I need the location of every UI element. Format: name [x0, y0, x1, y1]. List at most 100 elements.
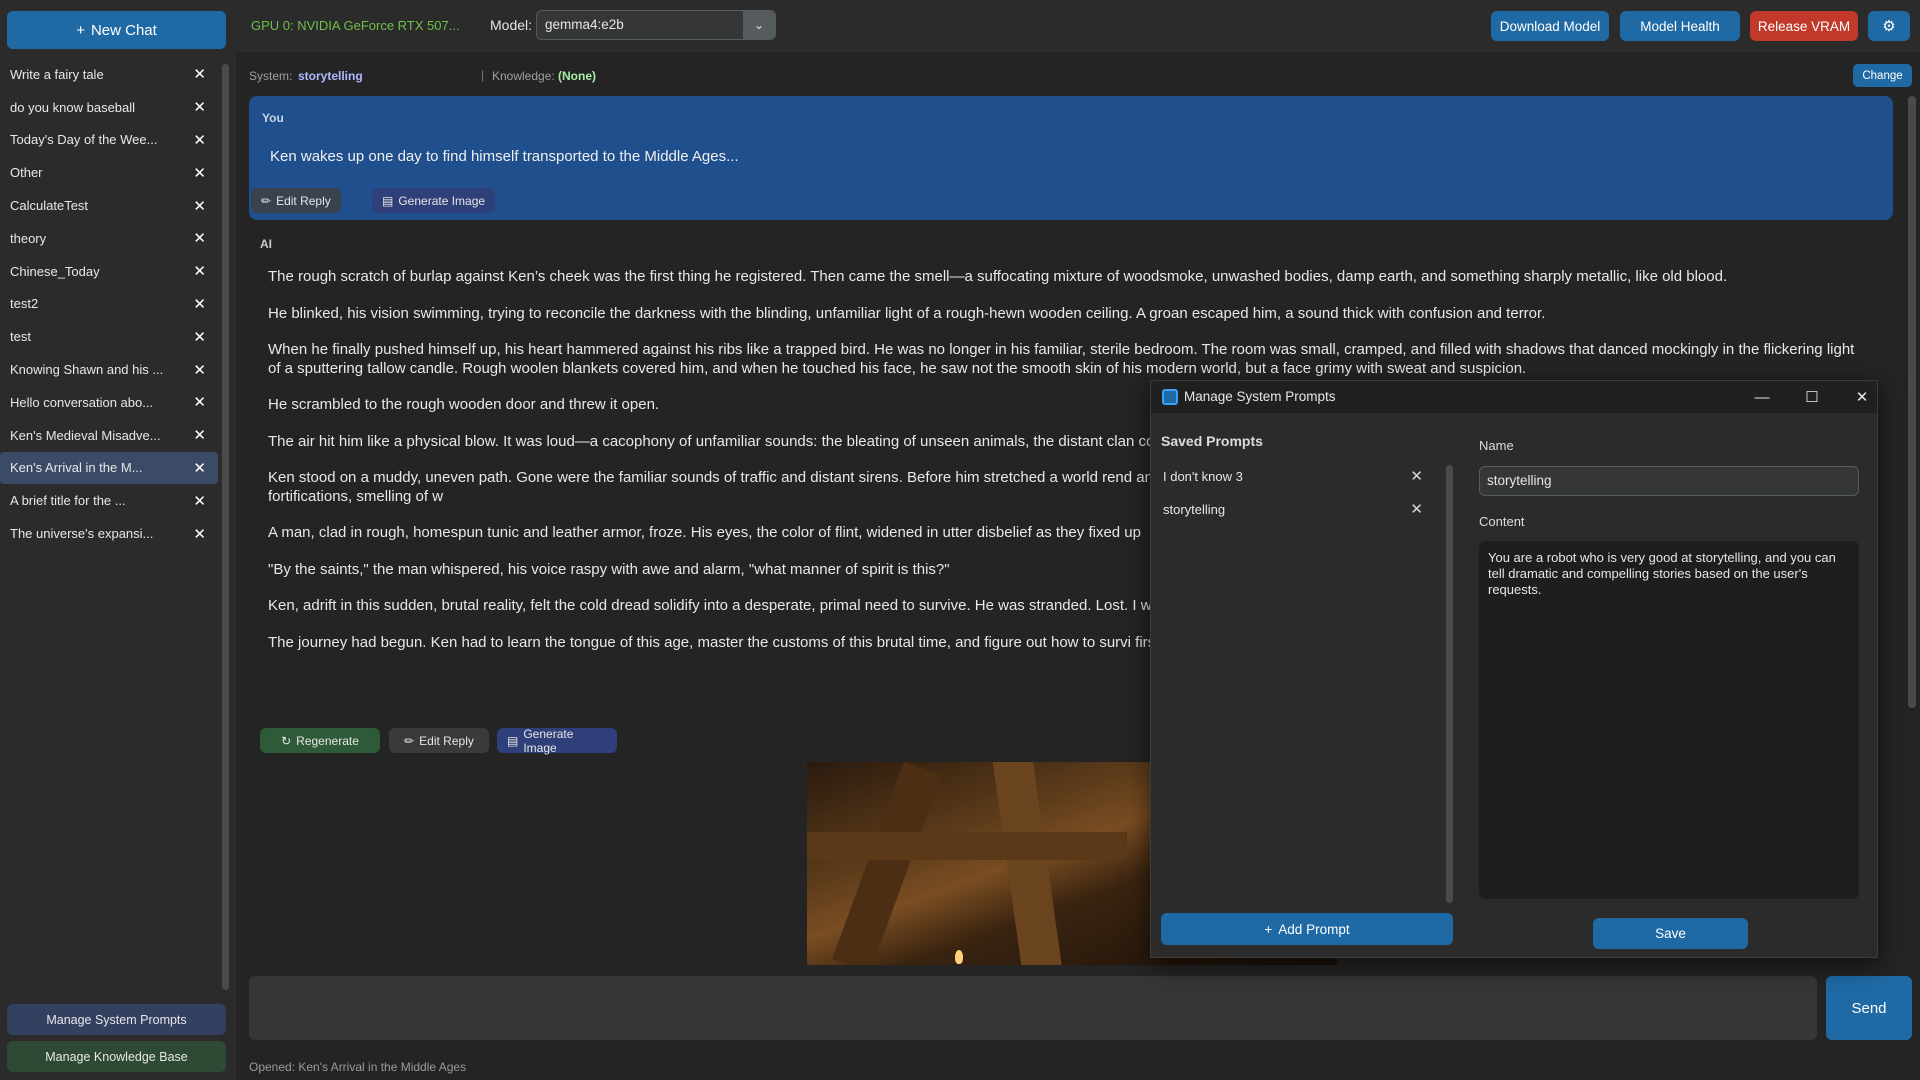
system-label: System:: [249, 69, 293, 83]
close-icon[interactable]: ✕: [193, 459, 206, 477]
user-message-bubble: You Ken wakes up one day to find himself…: [249, 96, 1893, 220]
chat-list-item[interactable]: Knowing Shawn and his ... ✕: [0, 353, 218, 386]
chat-list-item[interactable]: Hello conversation abo... ✕: [0, 386, 218, 419]
model-health-button[interactable]: Model Health: [1620, 11, 1740, 41]
app-window: + New Chat Write a fairy tale ✕ do you kno…: [0, 0, 1920, 1080]
name-label: Name: [1479, 438, 1514, 453]
saved-prompts-heading: Saved Prompts: [1161, 433, 1263, 449]
delete-icon[interactable]: ✕: [1410, 500, 1423, 518]
prompt-name: storytelling: [1163, 501, 1226, 517]
chat-title: A brief title for the ...: [10, 493, 126, 509]
close-icon[interactable]: ✕: [193, 426, 206, 444]
chat-list-item[interactable]: test ✕: [0, 320, 218, 353]
chat-list-item[interactable]: Write a fairy tale ✕: [0, 58, 218, 91]
chat-list-item[interactable]: theory ✕: [0, 222, 218, 255]
prompt-name: I don't know 3: [1163, 468, 1243, 484]
model-value: gemma4:e2b: [545, 17, 624, 32]
generate-image-label: Generate Image: [398, 193, 486, 208]
chat-title: Write a fairy tale: [10, 66, 104, 82]
ai-edit-reply-button[interactable]: ✏ Edit Reply: [389, 728, 489, 753]
close-icon[interactable]: ✕: [193, 164, 206, 182]
delete-icon[interactable]: ✕: [1410, 467, 1423, 485]
chat-title: do you know baseball: [10, 99, 136, 115]
close-icon[interactable]: ✕: [193, 197, 206, 215]
close-icon[interactable]: ✕: [193, 525, 206, 543]
ai-generate-image-button[interactable]: ▤ Generate Image: [497, 727, 617, 755]
model-select[interactable]: gemma4:e2b ⌄: [536, 10, 776, 40]
ai-paragraph: When he finally pushed himself up, his h…: [268, 341, 1855, 377]
new-chat-button[interactable]: + New Chat: [7, 11, 226, 49]
chat-list-item[interactable]: Chinese_Today ✕: [0, 255, 218, 288]
user-message-text: Ken wakes up one day to find himself tra…: [270, 148, 739, 165]
chat-list: Write a fairy tale ✕ do you know baseball ✕…: [0, 58, 218, 550]
prompt-list-item[interactable]: I don't know 3 ✕: [1163, 465, 1433, 487]
maximize-icon[interactable]: ☐: [1797, 386, 1827, 408]
close-icon[interactable]: ✕: [193, 328, 206, 346]
close-icon[interactable]: ✕: [193, 492, 206, 510]
chat-list-item[interactable]: CalculateTest ✕: [0, 189, 218, 222]
user-label: You: [262, 111, 284, 125]
sidebar: + New Chat Write a fairy tale ✕ do you kno…: [0, 0, 236, 1080]
chat-list-item[interactable]: test2 ✕: [0, 288, 218, 321]
regenerate-button[interactable]: ↻ Regenerate: [260, 728, 380, 753]
settings-button[interactable]: ⚙: [1868, 11, 1910, 41]
gpu-status: GPU 0: NVIDIA GeForce RTX 507...: [251, 18, 460, 33]
system-value: storytelling: [298, 69, 363, 83]
chat-list-item[interactable]: Ken's Medieval Misadve... ✕: [0, 419, 218, 452]
edit-reply-label: Edit Reply: [419, 733, 474, 748]
pencil-icon: ✏: [404, 733, 415, 748]
prompt-list-scrollbar[interactable]: [1446, 465, 1453, 903]
message-input[interactable]: [249, 976, 1817, 1040]
ai-label: AI: [260, 237, 272, 251]
close-icon[interactable]: ✕: [193, 98, 206, 116]
divider: |: [481, 68, 485, 82]
chat-title: Today's Day of the Wee...: [10, 132, 158, 148]
close-icon[interactable]: ✕: [193, 131, 206, 149]
chat-title: Chinese_Today: [10, 263, 100, 279]
content-textarea[interactable]: You are a robot who is very good at stor…: [1479, 541, 1859, 899]
system-info-bar: System: storytelling | Knowledge: (None): [236, 62, 1920, 88]
chat-scrollbar[interactable]: [1908, 96, 1916, 708]
close-icon[interactable]: ✕: [193, 262, 206, 280]
dialog-titlebar[interactable]: Manage System Prompts — ☐ ✕: [1151, 381, 1877, 413]
chat-list-item[interactable]: Other ✕: [0, 156, 218, 189]
prompt-list-item[interactable]: storytelling ✕: [1163, 498, 1433, 520]
name-field[interactable]: storytelling: [1479, 466, 1859, 496]
dialog-title: Manage System Prompts: [1184, 389, 1336, 404]
image-icon: ▤: [382, 193, 394, 208]
chat-list-item[interactable]: Today's Day of the Wee... ✕: [0, 124, 218, 157]
manage-system-prompts-button[interactable]: Manage System Prompts: [7, 1004, 226, 1035]
manage-knowledge-base-button[interactable]: Manage Knowledge Base: [7, 1041, 226, 1072]
close-icon[interactable]: ✕: [193, 393, 206, 411]
add-prompt-button[interactable]: + Add Prompt: [1161, 913, 1453, 945]
save-button[interactable]: Save: [1593, 918, 1748, 949]
chat-list-item[interactable]: Ken's Arrival in the M... ✕: [0, 451, 218, 485]
refresh-icon: ↻: [281, 733, 292, 748]
minimize-icon[interactable]: —: [1747, 386, 1777, 408]
image-beam: [832, 762, 942, 965]
close-icon[interactable]: ✕: [193, 229, 206, 247]
chat-title: CalculateTest: [10, 198, 89, 214]
close-icon[interactable]: ✕: [193, 295, 206, 313]
release-vram-button[interactable]: Release VRAM: [1750, 11, 1858, 41]
chat-title: test2: [10, 296, 39, 312]
app-icon: [1162, 389, 1178, 405]
plus-icon: +: [1264, 921, 1273, 937]
edit-reply-label: Edit Reply: [276, 193, 331, 208]
chat-list-item[interactable]: The universe's expansi... ✕: [0, 517, 218, 550]
chat-list-item[interactable]: do you know baseball ✕: [0, 91, 218, 124]
user-generate-image-button[interactable]: ▤ Generate Image: [372, 188, 496, 213]
chevron-down-icon[interactable]: ⌄: [743, 11, 775, 39]
change-button[interactable]: Change: [1853, 64, 1912, 87]
user-edit-reply-button[interactable]: ✏ Edit Reply: [251, 188, 341, 213]
download-model-button[interactable]: Download Model: [1491, 11, 1609, 41]
close-icon[interactable]: ✕: [193, 65, 206, 83]
status-text: Opened: Ken's Arrival in the Middle Ages: [249, 1060, 467, 1074]
ai-paragraph: He blinked, his vision swimming, trying …: [268, 304, 1546, 322]
image-icon: ▤: [507, 733, 519, 748]
close-icon[interactable]: ✕: [1847, 386, 1877, 408]
sidebar-scrollbar[interactable]: [222, 64, 229, 990]
close-icon[interactable]: ✕: [193, 361, 206, 379]
chat-list-item[interactable]: A brief title for the ... ✕: [0, 484, 218, 517]
send-button[interactable]: Send: [1826, 976, 1912, 1040]
